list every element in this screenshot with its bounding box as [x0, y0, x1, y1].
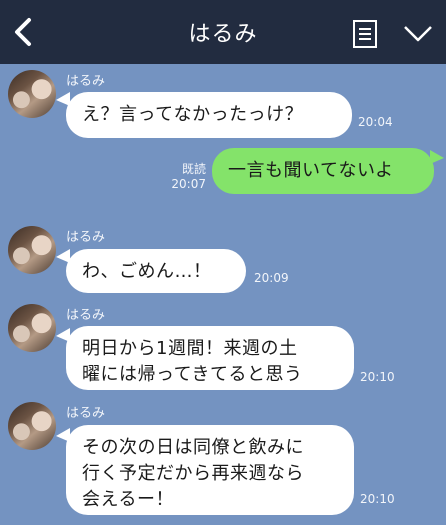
avatar[interactable]	[8, 226, 56, 274]
sender-name: はるみ	[66, 74, 106, 89]
message-time: 20:07	[171, 177, 206, 191]
message-line: その次の日は同僚と飲みに	[82, 437, 304, 458]
bubble-tail	[430, 150, 444, 164]
avatar[interactable]	[8, 304, 56, 352]
message-text: わ、ごめん…！	[82, 261, 212, 282]
message-line: 明日から1週間！来週の土	[82, 338, 298, 359]
sender-name: はるみ	[66, 308, 106, 323]
message-time: 20:10	[360, 370, 395, 384]
message-bubble[interactable]: その次の日は同僚と飲みに 行く予定だから再来週なら 会えるー！	[66, 425, 354, 515]
read-receipt: 既読 20:07	[170, 162, 206, 192]
chat-header: はるみ	[0, 0, 446, 64]
message-time: 20:10	[360, 492, 395, 506]
read-label: 既読	[181, 162, 206, 176]
message-text: 一言も聞いてないよ	[228, 160, 394, 181]
message-time: 20:04	[358, 115, 393, 129]
note-menu-icon	[353, 20, 377, 48]
message-line: 行く予定だから再来週なら	[82, 463, 304, 484]
message-text: え？言ってなかったっけ？	[82, 104, 304, 125]
note-menu-button[interactable]	[350, 18, 380, 50]
chevron-down-icon	[404, 26, 432, 42]
message-time: 20:09	[254, 271, 289, 285]
message-bubble[interactable]: え？言ってなかったっけ？	[66, 92, 352, 138]
more-button[interactable]	[402, 22, 434, 46]
my-message-bubble[interactable]: 一言も聞いてないよ	[212, 148, 434, 194]
sender-name: はるみ	[66, 230, 106, 245]
avatar[interactable]	[8, 70, 56, 118]
message-bubble[interactable]: 明日から1週間！来週の土 曜には帰ってきてると思う	[66, 326, 354, 390]
message-line: 曜には帰ってきてると思う	[82, 364, 303, 385]
message-bubble[interactable]: わ、ごめん…！	[66, 249, 246, 293]
sender-name: はるみ	[66, 406, 106, 421]
avatar[interactable]	[8, 402, 56, 450]
message-line: 会えるー！	[82, 489, 174, 510]
